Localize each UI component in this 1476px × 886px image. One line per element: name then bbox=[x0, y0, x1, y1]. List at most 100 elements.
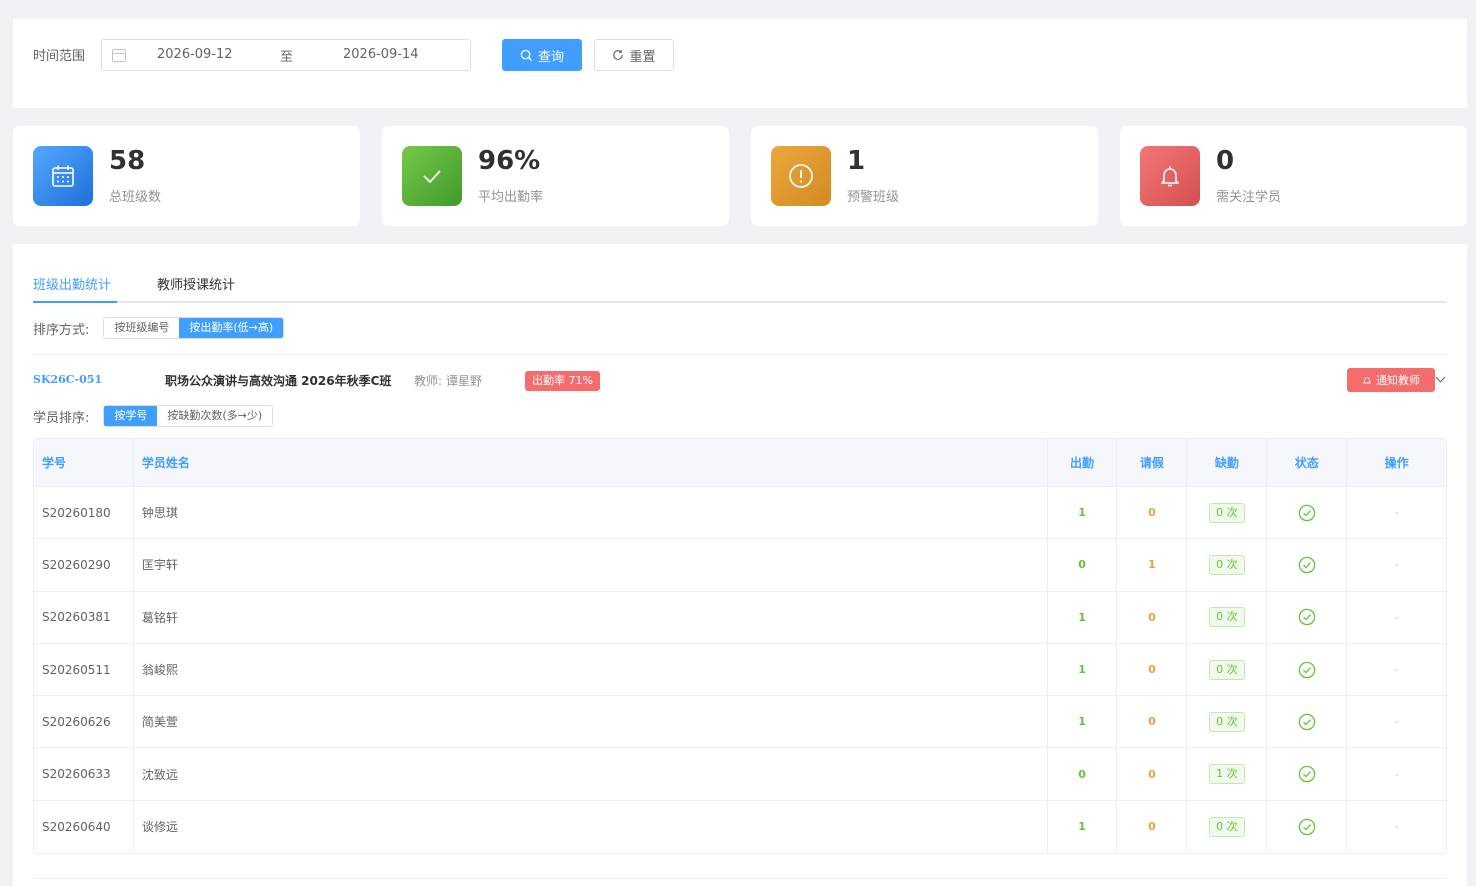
date-range-picker[interactable]: 2026-09-12 至 2026-09-14 bbox=[101, 39, 471, 71]
leave-count: 0 bbox=[1148, 610, 1156, 624]
cell-student-id: S20260633 bbox=[34, 748, 134, 800]
class-header-row[interactable]: SK26C-051 职场公众演讲与高效沟通 2026年秋季C班 教师: 谭星野 … bbox=[33, 368, 1447, 392]
leave-count: 0 bbox=[1148, 506, 1156, 520]
reset-label: 重置 bbox=[629, 49, 656, 65]
cell-student-id: S20260626 bbox=[34, 696, 134, 748]
attend-count: 1 bbox=[1078, 715, 1086, 729]
end-date-input[interactable]: 2026-09-14 bbox=[343, 47, 419, 62]
cell-student-name: 翁峻熙 bbox=[134, 643, 1048, 696]
check-circle-icon bbox=[1298, 608, 1315, 626]
absent-tag: 0 次 bbox=[1209, 607, 1245, 628]
cell-attend: 0 bbox=[1048, 748, 1118, 800]
cell-attend: 1 bbox=[1048, 591, 1118, 643]
sort-by-student-id[interactable]: 按学号 bbox=[104, 406, 158, 426]
calendar-icon bbox=[112, 48, 126, 62]
cell-leave: 0 bbox=[1117, 748, 1188, 800]
action-placeholder: - bbox=[1394, 610, 1399, 624]
class-sort-row: 排序方式: 按班级编号 按出勤率(低→高) bbox=[33, 317, 285, 339]
cell-attend: 0 bbox=[1048, 539, 1118, 591]
cell-status bbox=[1267, 800, 1348, 854]
reset-button[interactable]: 重置 bbox=[594, 39, 674, 71]
header-leave: 请假 bbox=[1117, 439, 1188, 486]
absent-tag: 0 次 bbox=[1209, 711, 1245, 732]
student-sort-toggle: 按学号 按缺勤次数(多→少) bbox=[103, 405, 274, 427]
table-body: S20260180 钟思琪 1 0 0 次 - S20260290 匡宇轩 0 1 0 次 - S202… bbox=[34, 487, 1446, 854]
check-circle-icon bbox=[1298, 661, 1315, 678]
cell-status bbox=[1267, 591, 1348, 643]
cell-attend: 1 bbox=[1048, 487, 1118, 539]
action-placeholder: - bbox=[1394, 820, 1399, 834]
cell-attend: 1 bbox=[1048, 643, 1118, 696]
cell-student-id: S20260511 bbox=[34, 643, 134, 696]
sort-by-class-code[interactable]: 按班级编号 bbox=[104, 318, 180, 338]
table-row: S20260290 匡宇轩 0 1 0 次 - bbox=[34, 539, 1446, 592]
cell-absent: 0 次 bbox=[1187, 539, 1268, 591]
table-header: 学号 学员姓名 出勤 请假 缺勤 状态 操作 bbox=[34, 439, 1446, 487]
notify-teacher-button[interactable]: 通知教师 bbox=[1347, 368, 1435, 392]
main-card: 班级出勤统计 教师授课统计 排序方式: 按班级编号 按出勤率(低→高) SK26… bbox=[13, 244, 1467, 886]
check-circle-icon bbox=[1298, 818, 1315, 836]
absent-tag: 0 次 bbox=[1209, 554, 1245, 575]
tabs: 班级出勤统计 教师授课统计 bbox=[33, 274, 1447, 303]
header-attend: 出勤 bbox=[1048, 439, 1118, 486]
date-separator: 至 bbox=[280, 50, 294, 65]
stat-card-warning-classes: 1 预警班级 bbox=[751, 126, 1098, 226]
cell-student-name: 简美萱 bbox=[134, 696, 1048, 748]
filter-card: 时间范围 2026-09-12 至 2026-09-14 查询 重置 bbox=[13, 19, 1467, 108]
cell-leave: 0 bbox=[1117, 696, 1188, 748]
cell-student-name: 匡宇轩 bbox=[134, 539, 1048, 591]
cell-attend: 1 bbox=[1048, 800, 1118, 854]
cell-student-id: S20260290 bbox=[34, 539, 134, 591]
table-row: S20260626 简美萱 1 0 0 次 - bbox=[34, 696, 1446, 749]
cell-student-id: S20260381 bbox=[34, 591, 134, 643]
table-row: S20260180 钟思琪 1 0 0 次 - bbox=[34, 487, 1446, 540]
cell-student-name: 葛铭轩 bbox=[134, 591, 1048, 643]
cell-attend: 1 bbox=[1048, 696, 1118, 748]
query-button[interactable]: 查询 bbox=[502, 39, 582, 71]
student-sort-label: 学员排序: bbox=[33, 410, 90, 426]
check-circle-icon bbox=[1298, 713, 1315, 731]
absent-tag: 0 次 bbox=[1209, 502, 1245, 523]
warning-icon bbox=[771, 146, 831, 206]
chevron-down-icon[interactable] bbox=[1435, 372, 1446, 383]
attend-count: 0 bbox=[1078, 558, 1086, 572]
stat-value: 1 bbox=[847, 146, 866, 176]
notify-teacher-label: 通知教师 bbox=[1376, 374, 1420, 387]
divider bbox=[33, 354, 1447, 355]
query-label: 查询 bbox=[537, 49, 564, 65]
cell-status bbox=[1267, 539, 1348, 591]
cell-status bbox=[1267, 643, 1348, 696]
class-sort-toggle: 按班级编号 按出勤率(低→高) bbox=[103, 317, 285, 339]
check-circle-icon bbox=[1298, 556, 1315, 574]
cell-status bbox=[1267, 487, 1348, 539]
sort-by-attendance-rate[interactable]: 按出勤率(低→高) bbox=[179, 318, 284, 338]
attend-count: 1 bbox=[1078, 663, 1086, 677]
table-row: S20260381 葛铭轩 1 0 0 次 - bbox=[34, 591, 1446, 644]
action-placeholder: - bbox=[1394, 767, 1399, 781]
action-placeholder: - bbox=[1394, 506, 1399, 520]
leave-count: 0 bbox=[1148, 767, 1156, 781]
absent-tag: 0 次 bbox=[1209, 816, 1245, 837]
class-teacher: 教师: 谭星野 bbox=[414, 374, 482, 388]
stat-value: 96% bbox=[478, 146, 541, 176]
start-date-input[interactable]: 2026-09-12 bbox=[157, 47, 233, 62]
table-row: S20260633 沈致远 0 0 1 次 - bbox=[34, 748, 1446, 801]
sort-by-absence-count[interactable]: 按缺勤次数(多→少) bbox=[157, 406, 273, 426]
header-status: 状态 bbox=[1267, 439, 1348, 486]
attendance-rate-badge: 出勤率 71% bbox=[525, 371, 600, 391]
tab-teacher-teaching[interactable]: 教师授课统计 bbox=[157, 274, 235, 293]
tab-class-attendance[interactable]: 班级出勤统计 bbox=[33, 274, 111, 293]
stat-value: 58 bbox=[109, 146, 146, 176]
table-row: S20260511 翁峻熙 1 0 0 次 - bbox=[34, 643, 1446, 697]
cell-student-id: S20260180 bbox=[34, 487, 134, 539]
header-action: 操作 bbox=[1384, 456, 1409, 470]
cell-action: - bbox=[1347, 539, 1446, 590]
stat-label: 平均出勤率 bbox=[478, 190, 544, 205]
cell-action: - bbox=[1347, 644, 1446, 695]
header-student-name: 学员姓名 bbox=[134, 439, 1048, 486]
stat-card-attention-students: 0 需关注学员 bbox=[1120, 126, 1467, 226]
cell-action: - bbox=[1347, 696, 1446, 747]
stat-label: 需关注学员 bbox=[1216, 190, 1282, 205]
cell-absent: 0 次 bbox=[1187, 487, 1268, 539]
cell-action: - bbox=[1347, 487, 1446, 538]
